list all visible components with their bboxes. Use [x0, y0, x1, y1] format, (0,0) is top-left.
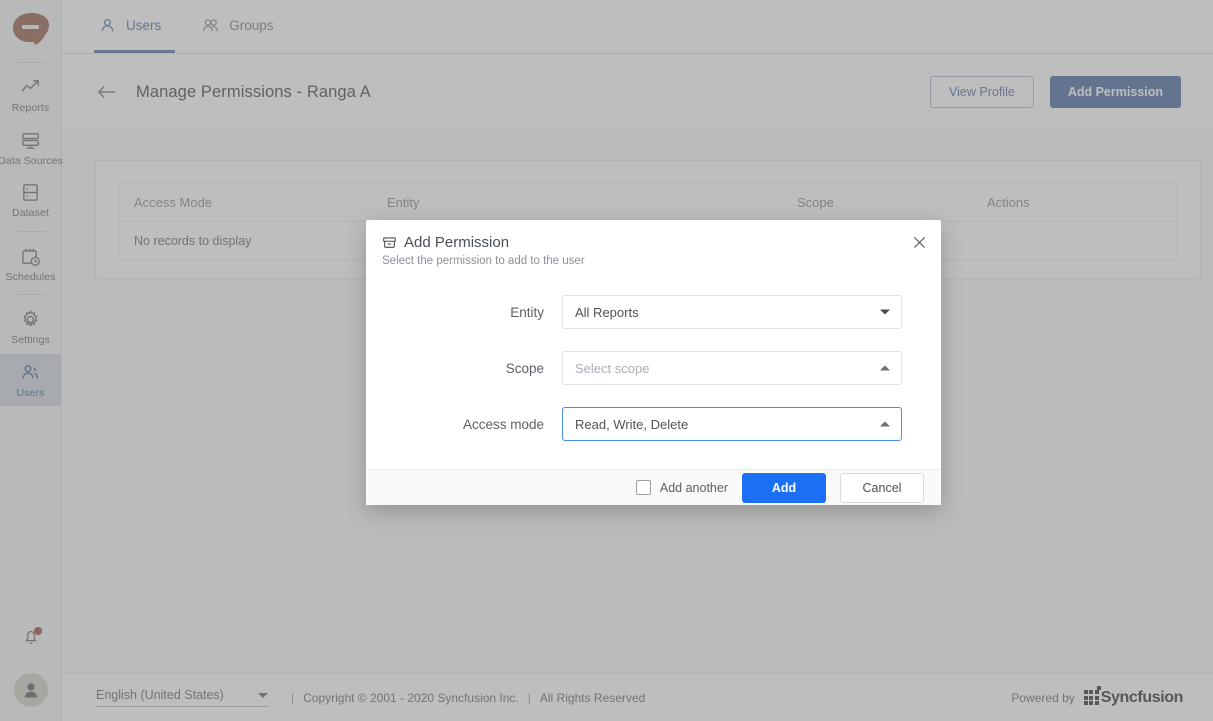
access-mode-dropdown[interactable]: Read, Write, Delete	[562, 407, 902, 441]
dialog-subtitle: Select the permission to add to the user	[382, 255, 923, 267]
form-row-entity: Entity All Reports	[396, 295, 911, 329]
add-another-checkbox[interactable]: Add another	[636, 480, 728, 495]
dialog-header: Add Permission Select the permission to …	[366, 220, 941, 267]
scope-value: Select scope	[575, 361, 649, 376]
dialog-footer: Add another Add Cancel	[366, 469, 941, 505]
archive-box-icon	[382, 235, 397, 250]
label-scope: Scope	[396, 361, 562, 376]
close-icon[interactable]	[909, 232, 929, 252]
form-row-access-mode: Access mode Read, Write, Delete	[396, 407, 911, 441]
chevron-up-icon	[880, 366, 890, 371]
checkbox-box	[636, 480, 651, 495]
cancel-button[interactable]: Cancel	[840, 473, 924, 503]
entity-value: All Reports	[575, 305, 639, 320]
app-root: Reports Data Sources Dataset	[0, 0, 1213, 721]
dialog-title-row: Add Permission	[382, 234, 923, 251]
label-entity: Entity	[396, 305, 562, 320]
chevron-up-icon	[880, 422, 890, 427]
add-another-label: Add another	[660, 481, 728, 495]
entity-dropdown[interactable]: All Reports	[562, 295, 902, 329]
dialog-body: Entity All Reports Scope Select scope Ac…	[366, 267, 941, 469]
add-button[interactable]: Add	[742, 473, 826, 503]
form-row-scope: Scope Select scope	[396, 351, 911, 385]
add-permission-dialog: Add Permission Select the permission to …	[366, 220, 941, 505]
chevron-down-icon	[880, 310, 890, 315]
scope-dropdown[interactable]: Select scope	[562, 351, 902, 385]
access-mode-value: Read, Write, Delete	[575, 417, 688, 432]
label-access-mode: Access mode	[396, 417, 562, 432]
dialog-title: Add Permission	[404, 234, 509, 251]
